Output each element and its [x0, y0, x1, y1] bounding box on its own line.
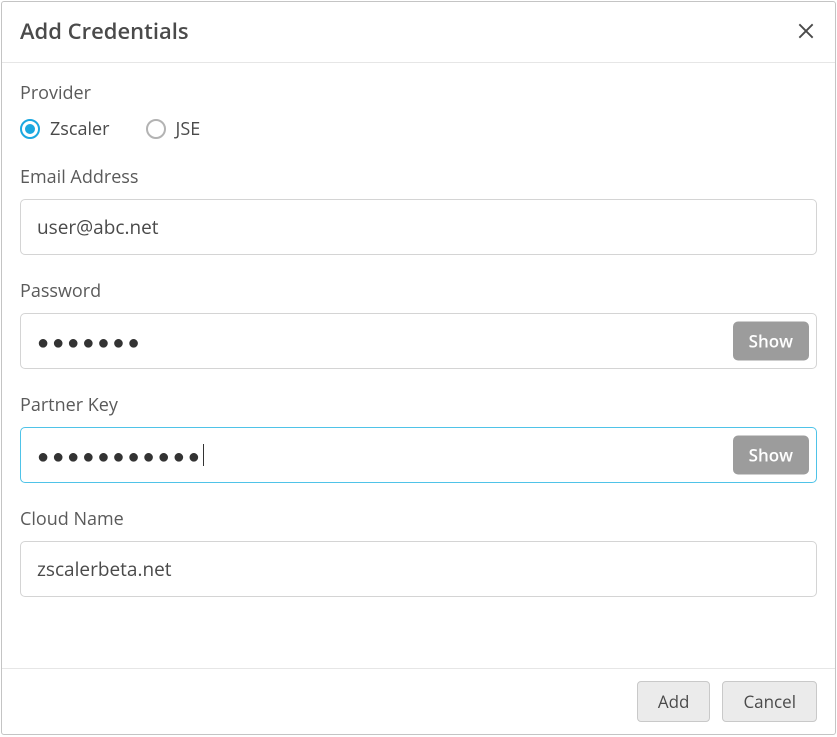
dialog-footer: Add Cancel [2, 668, 835, 734]
email-input[interactable] [20, 199, 817, 255]
add-button[interactable]: Add [637, 681, 711, 722]
provider-field: Provider Zscaler JSE [20, 81, 817, 141]
password-label: Password [20, 279, 817, 303]
partner-key-field-group: Partner Key ●●●●●●●●●●● Show [20, 393, 817, 483]
dialog-title: Add Credentials [20, 16, 189, 46]
provider-radio-jse[interactable]: JSE [146, 117, 201, 141]
radio-icon [20, 119, 40, 139]
radio-label: JSE [176, 117, 201, 141]
cancel-button[interactable]: Cancel [722, 681, 817, 722]
close-icon[interactable] [795, 20, 817, 42]
partner-key-input[interactable]: ●●●●●●●●●●● [20, 427, 817, 483]
password-field-group: Password ●●●●●●● Show [20, 279, 817, 369]
password-masked: ●●●●●●● [37, 328, 143, 355]
radio-icon [146, 119, 166, 139]
radio-label: Zscaler [50, 117, 110, 141]
provider-radio-group: Zscaler JSE [20, 117, 817, 141]
cloud-name-label: Cloud Name [20, 507, 817, 531]
cloud-name-input[interactable] [20, 541, 817, 597]
partner-key-show-button[interactable]: Show [733, 436, 809, 475]
password-input[interactable]: ●●●●●●● [20, 313, 817, 369]
dialog-body: Provider Zscaler JSE Email Address Passw… [2, 63, 835, 668]
provider-radio-zscaler[interactable]: Zscaler [20, 117, 110, 141]
cloud-name-field-group: Cloud Name [20, 507, 817, 597]
dialog-header: Add Credentials [2, 2, 835, 63]
email-label: Email Address [20, 165, 817, 189]
email-field-group: Email Address [20, 165, 817, 255]
partner-key-masked: ●●●●●●●●●●● [37, 442, 203, 469]
text-caret [203, 444, 204, 466]
password-show-button[interactable]: Show [733, 322, 809, 361]
provider-label: Provider [20, 81, 817, 105]
add-credentials-dialog: Add Credentials Provider Zscaler JSE Ema… [1, 1, 836, 735]
partner-key-label: Partner Key [20, 393, 817, 417]
